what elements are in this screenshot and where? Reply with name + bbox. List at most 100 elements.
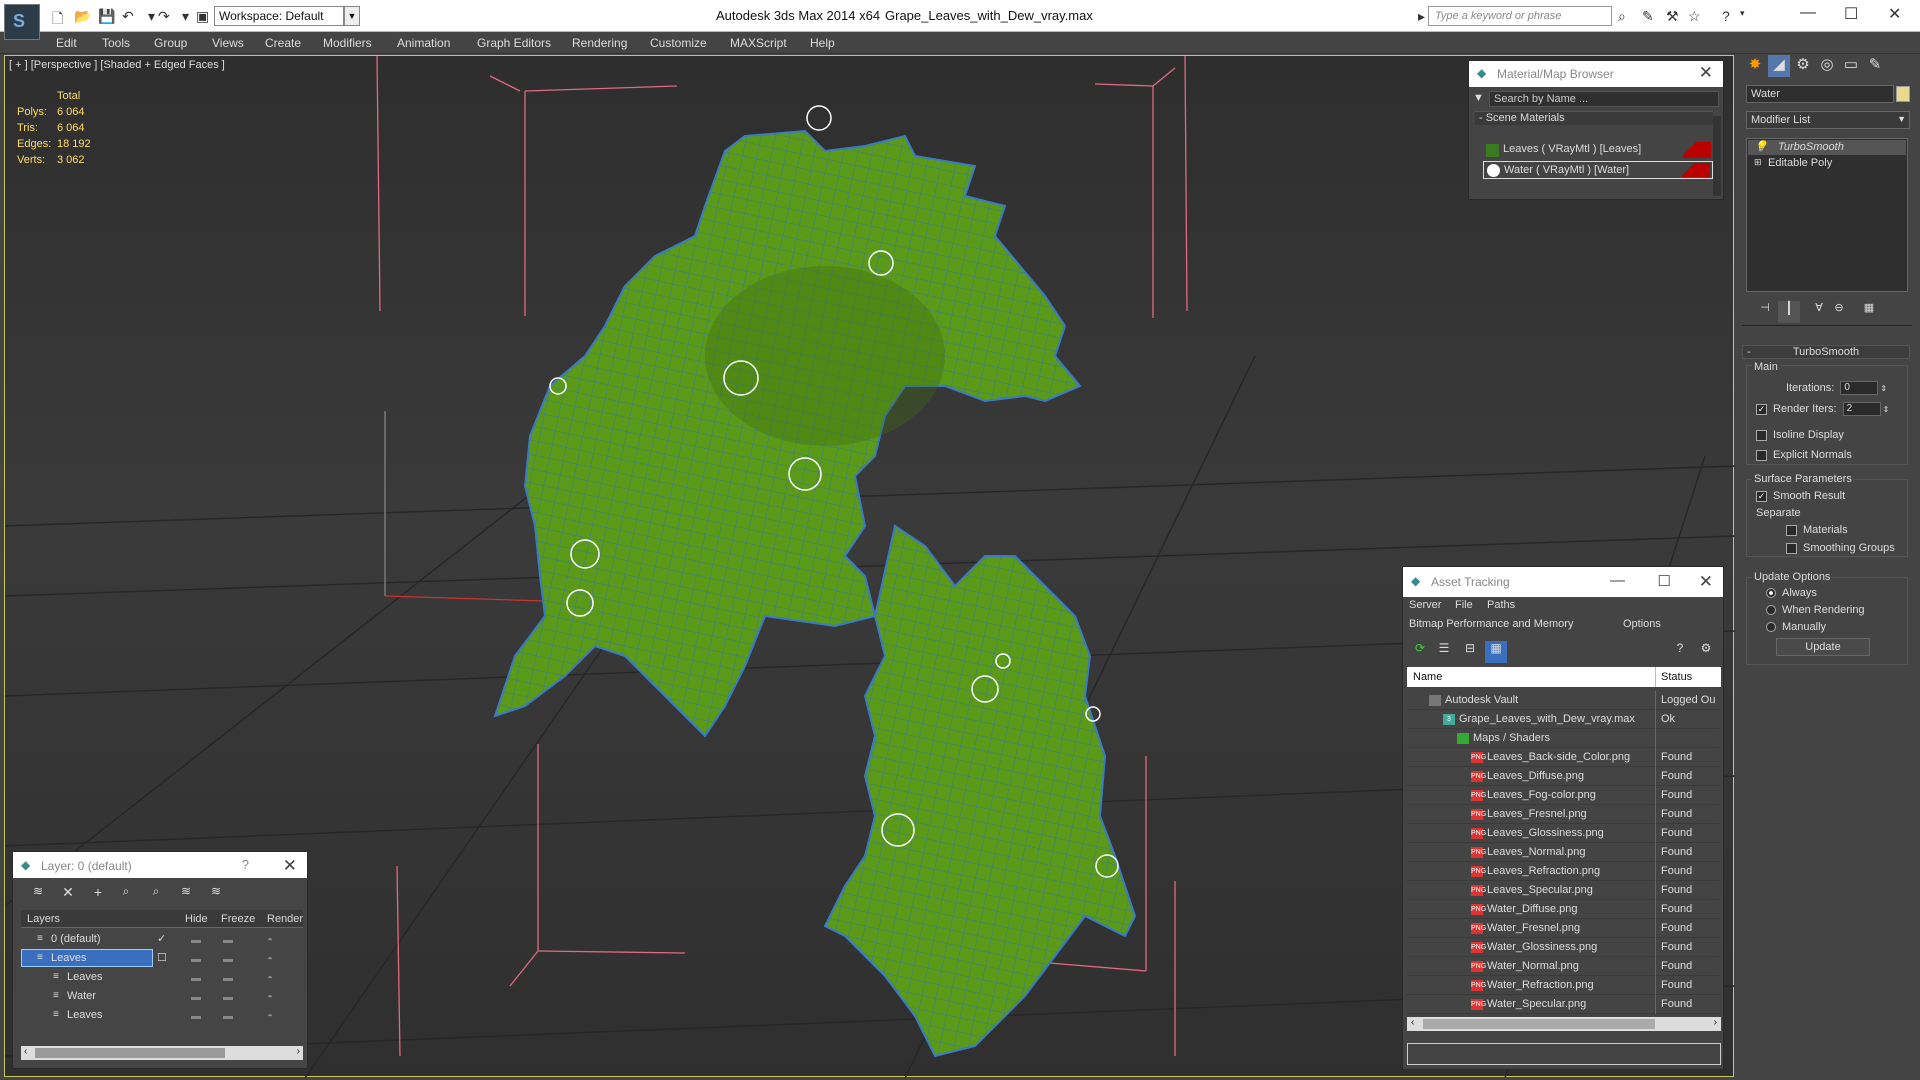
close-window-icon[interactable]: ✕ <box>1888 4 1901 24</box>
asset-row[interactable]: PNGWater_Fresnel.png Found <box>1407 919 1719 938</box>
viewport-label[interactable]: [ + ] [Perspective ] [Shaded + Edged Fac… <box>9 59 225 71</box>
render-teapot-icon[interactable]: ◓ <box>267 973 273 984</box>
update-manually-row[interactable]: Manually <box>1766 621 1826 633</box>
asset-row[interactable]: PNGWater_Specular.png Found <box>1407 995 1719 1014</box>
column-status[interactable]: Status <box>1661 671 1692 683</box>
hide-toggle[interactable]: ▬ <box>191 954 201 965</box>
modify-tab-icon[interactable]: ◢ <box>1768 55 1790 77</box>
freeze-toggle[interactable]: ▬ <box>223 992 233 1003</box>
display-tab-icon[interactable]: ▭ <box>1840 55 1862 77</box>
hide-toggle[interactable]: ▬ <box>191 935 201 946</box>
separate-materials-checkbox[interactable] <box>1786 524 1797 536</box>
search-expand-icon[interactable]: ▸ <box>1418 8 1425 25</box>
show-end-result-icon[interactable]: ┃ <box>1778 301 1800 323</box>
layers-column[interactable]: Layers <box>27 913 60 925</box>
menu-rendering[interactable]: Rendering <box>572 36 627 50</box>
minimize-window-icon[interactable]: — <box>1800 4 1816 22</box>
separate-smoothing-groups-checkbox[interactable] <box>1786 542 1797 554</box>
scroll-right-icon[interactable]: › <box>297 1046 300 1057</box>
asset-path-field[interactable] <box>1407 1043 1721 1065</box>
undo-icon[interactable]: ↶ <box>122 8 134 25</box>
asset-row[interactable]: Autodesk Vault Logged Ou <box>1407 691 1719 710</box>
save-icon[interactable]: 💾 <box>98 8 115 25</box>
redo-dropdown-icon[interactable]: ▾ <box>182 8 189 25</box>
menu-customize[interactable]: Customize <box>650 36 707 50</box>
scrollbar-thumb[interactable] <box>35 1048 225 1058</box>
hide-column[interactable]: Hide <box>185 913 208 925</box>
menu-edit[interactable]: Edit <box>56 36 77 50</box>
tree-view-icon[interactable]: ⊟ <box>1459 641 1481 663</box>
spinner-arrows-icon[interactable]: ⇕ <box>1880 384 1887 393</box>
close-icon[interactable]: ✕ <box>1699 572 1713 592</box>
update-when-rendering-radio[interactable] <box>1766 605 1776 616</box>
delete-layer-icon[interactable]: ✕ <box>57 884 79 906</box>
binoculars-icon[interactable]: ⌕ <box>1618 8 1626 25</box>
asset-row[interactable]: PNGWater_Normal.png Found <box>1407 957 1719 976</box>
menu-animation[interactable]: Animation <box>397 36 450 50</box>
asset-menu-paths[interactable]: Paths <box>1487 599 1515 611</box>
freeze-all-layers-icon[interactable]: ≋ <box>205 884 227 906</box>
menu-graph-editors[interactable]: Graph Editors <box>477 36 551 50</box>
new-file-icon[interactable]: 🗋 <box>52 8 63 32</box>
hide-toggle[interactable]: ▬ <box>191 1011 201 1022</box>
asset-row[interactable]: PNGLeaves_Normal.png Found <box>1407 843 1719 862</box>
isoline-display-checkbox[interactable] <box>1756 429 1767 441</box>
scrollbar-thumb[interactable] <box>1423 1019 1655 1029</box>
make-unique-icon[interactable]: ∀ <box>1808 301 1830 323</box>
undo-dropdown-icon[interactable]: ▾ <box>148 8 155 25</box>
material-item-leaves[interactable]: Leaves ( VRayMtl ) [Leaves] <box>1483 141 1713 159</box>
separate-smoothing-groups-row[interactable]: Smoothing Groups <box>1786 542 1895 554</box>
render-teapot-icon[interactable]: ◓ <box>267 992 273 1003</box>
scroll-left-icon[interactable]: ‹ <box>1411 1017 1414 1028</box>
layer-row[interactable]: ≡ Leaves ▬ ▬ ◓ <box>21 1006 293 1025</box>
asset-menu-options[interactable]: Options <box>1623 618 1661 630</box>
configure-modifier-sets-icon[interactable]: ▦ <box>1858 301 1880 323</box>
create-layer-icon[interactable]: ≋ <box>27 884 49 906</box>
separate-materials-row[interactable]: Materials <box>1786 524 1848 536</box>
hierarchy-tab-icon[interactable]: ⚙ <box>1792 55 1814 77</box>
material-item-water[interactable]: Water ( VRayMtl ) [Water] <box>1483 161 1713 179</box>
update-when-rendering-row[interactable]: When Rendering <box>1766 604 1865 616</box>
asset-row[interactable]: PNGLeaves_Fresnel.png Found <box>1407 805 1719 824</box>
help-icon[interactable]: ? <box>1722 8 1730 24</box>
project-folder-icon[interactable]: ▣ <box>196 8 209 25</box>
asset-menu-bitmap-performance[interactable]: Bitmap Performance and Memory <box>1409 618 1573 630</box>
object-color-swatch[interactable] <box>1896 86 1910 102</box>
communication-center-icon[interactable]: ✎ <box>1642 8 1654 25</box>
workspace-select[interactable]: Workspace: Default <box>214 6 344 26</box>
stack-item-editable-poly[interactable]: ⊞ Editable Poly <box>1748 156 1906 171</box>
current-layer-checkmark-icon[interactable]: ✓ <box>157 932 166 945</box>
keyword-search-input[interactable]: Type a keyword or phrase <box>1428 6 1612 26</box>
asset-horizontal-scrollbar[interactable]: ‹ › <box>1407 1017 1721 1031</box>
modifier-list-dropdown[interactable]: Modifier List ▼ <box>1746 111 1910 129</box>
select-objects-icon[interactable]: ⌕ <box>115 884 137 906</box>
asset-row[interactable]: Maps / Shaders <box>1407 729 1719 748</box>
freeze-column[interactable]: Freeze <box>221 913 255 925</box>
help-dropdown-icon[interactable]: ▾ <box>1740 8 1745 19</box>
workspace-dropdown-icon[interactable]: ▼ <box>344 6 360 26</box>
update-manually-radio[interactable] <box>1766 622 1776 633</box>
subscription-icon[interactable]: ⚒ <box>1666 8 1679 25</box>
asset-row[interactable]: PNGWater_Diffuse.png Found <box>1407 900 1719 919</box>
turbosmooth-rollout-header[interactable]: - TurboSmooth <box>1742 345 1910 359</box>
help-button[interactable]: ? <box>242 857 249 872</box>
material-browser-scrollbar[interactable] <box>1713 116 1721 196</box>
hide-toggle[interactable]: ▬ <box>191 992 201 1003</box>
redo-icon[interactable]: ↷ <box>158 8 170 25</box>
menu-tools[interactable]: Tools <box>102 36 130 50</box>
layer-row[interactable]: ≡ Leaves ☐ ▬ ▬ ◓ <box>21 949 293 968</box>
hide-all-layers-icon[interactable]: ≋ <box>175 884 197 906</box>
explicit-normals-checkbox[interactable] <box>1756 449 1767 461</box>
scroll-right-icon[interactable]: › <box>1714 1017 1717 1028</box>
set-current-layer-icon[interactable]: ☐ <box>157 951 167 964</box>
freeze-toggle[interactable]: ▬ <box>223 1011 233 1022</box>
render-column[interactable]: Render <box>267 913 303 925</box>
bulb-icon[interactable]: 💡 <box>1754 140 1768 153</box>
asset-row[interactable]: PNGLeaves_Fog-color.png Found <box>1407 786 1719 805</box>
update-always-radio[interactable] <box>1766 588 1776 599</box>
column-name[interactable]: Name <box>1413 671 1442 683</box>
expand-icon[interactable]: ⊞ <box>1754 157 1762 168</box>
freeze-toggle[interactable]: ▬ <box>223 935 233 946</box>
menu-help[interactable]: Help <box>810 36 835 50</box>
render-iters-spinner[interactable]: 2 <box>1842 402 1881 416</box>
